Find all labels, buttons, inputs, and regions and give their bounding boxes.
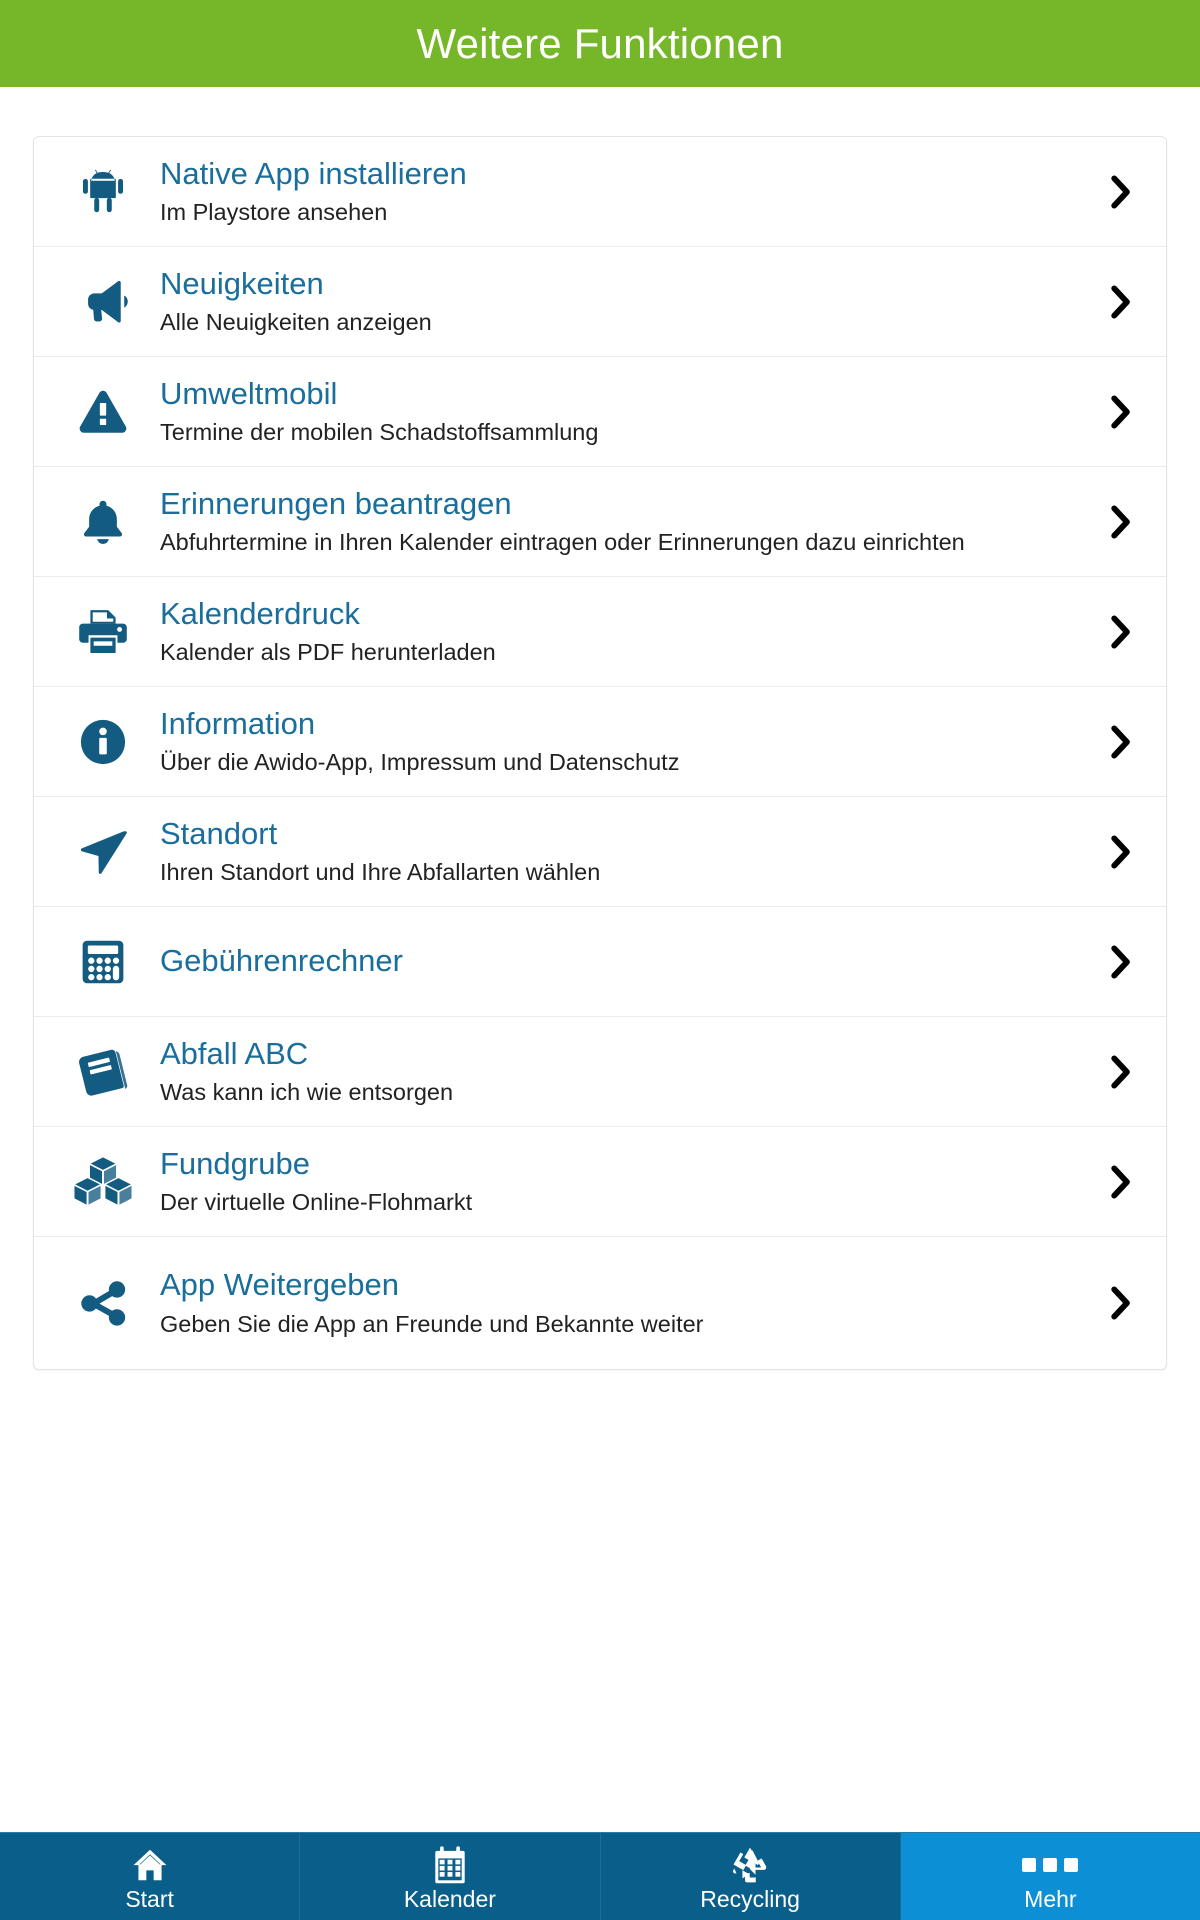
list-item-title: Umweltmobil bbox=[160, 375, 338, 411]
list-item-title: Information bbox=[160, 705, 316, 741]
list-item-text: Kalenderdruck Kalender als PDF herunterl… bbox=[146, 592, 1080, 671]
boxes-icon bbox=[60, 1153, 146, 1211]
list-item-title: Neuigkeiten bbox=[160, 265, 324, 301]
list-item-subtitle: Abfuhrtermine in Ihren Kalender eintrage… bbox=[160, 529, 965, 556]
chevron-right-icon[interactable] bbox=[1080, 1055, 1140, 1089]
list-item-text: Information Über die Awido-App, Impressu… bbox=[146, 702, 1080, 781]
bell-icon bbox=[60, 496, 146, 548]
list-item-subtitle: Der virtuelle Online-Flohmarkt bbox=[160, 1189, 473, 1216]
chevron-right-icon[interactable] bbox=[1080, 1286, 1140, 1320]
nav-item-kalender[interactable]: Kalender bbox=[300, 1833, 601, 1920]
ellipsis-icon bbox=[1022, 1844, 1079, 1886]
nav-item-recycling[interactable]: Recycling bbox=[601, 1833, 901, 1920]
nav-label: Recycling bbox=[700, 1886, 800, 1912]
list-item-subtitle: Kalender als PDF herunterladen bbox=[160, 639, 496, 666]
chevron-right-icon[interactable] bbox=[1080, 835, 1140, 869]
list-item-neuigkeiten[interactable]: Neuigkeiten Alle Neuigkeiten anzeigen bbox=[34, 247, 1166, 357]
chevron-right-icon[interactable] bbox=[1080, 725, 1140, 759]
list-item-umweltmobil[interactable]: Umweltmobil Termine der mobilen Schadsto… bbox=[34, 357, 1166, 467]
android-robot-icon bbox=[60, 165, 146, 219]
nav-label: Start bbox=[125, 1886, 174, 1912]
list-item-text: Erinnerungen beantragen Abfuhrtermine in… bbox=[146, 482, 1080, 561]
chevron-right-icon[interactable] bbox=[1080, 175, 1140, 209]
list-item-subtitle: Im Playstore ansehen bbox=[160, 199, 388, 226]
list-item-abfall-abc[interactable]: Abfall ABC Was kann ich wie entsorgen bbox=[34, 1017, 1166, 1127]
info-circle-icon bbox=[60, 716, 146, 768]
calendar-icon bbox=[432, 1844, 468, 1886]
calculator-icon bbox=[60, 936, 146, 988]
list-item-title: Erinnerungen beantragen bbox=[160, 485, 512, 521]
printer-icon bbox=[60, 604, 146, 660]
list-item-erinnerungen[interactable]: Erinnerungen beantragen Abfuhrtermine in… bbox=[34, 467, 1166, 577]
list-item-title: Fundgrube bbox=[160, 1145, 310, 1181]
list-item-text: App Weitergeben Geben Sie die App an Fre… bbox=[146, 1263, 1080, 1342]
list-item-title: Abfall ABC bbox=[160, 1035, 309, 1071]
list-item-title: Gebührenrechner bbox=[160, 943, 403, 979]
list-item-subtitle: Über die Awido-App, Impressum und Datens… bbox=[160, 749, 680, 776]
nav-item-start[interactable]: Start bbox=[0, 1833, 301, 1920]
list-item-text: Standort Ihren Standort und Ihre Abfalla… bbox=[146, 812, 1080, 891]
app-header: Weitere Funktionen bbox=[0, 0, 1200, 87]
list-item-subtitle: Ihren Standort und Ihre Abfallarten wähl… bbox=[160, 859, 601, 886]
list-item-text: Neuigkeiten Alle Neuigkeiten anzeigen bbox=[146, 262, 1080, 341]
warning-triangle-icon bbox=[60, 385, 146, 439]
chevron-right-icon[interactable] bbox=[1080, 1165, 1140, 1199]
list-item-text: Gebührenrechner bbox=[146, 942, 1080, 980]
list-item-text: Fundgrube Der virtuelle Online-Flohmarkt bbox=[146, 1142, 1080, 1221]
list-item-title: Kalenderdruck bbox=[160, 595, 360, 631]
list-item-text: Umweltmobil Termine der mobilen Schadsto… bbox=[146, 372, 1080, 451]
book-icon bbox=[60, 1044, 146, 1100]
list-item-subtitle: Alle Neuigkeiten anzeigen bbox=[160, 309, 432, 336]
functions-card: Native App installieren Im Playstore ans… bbox=[33, 136, 1167, 1370]
recycle-icon bbox=[730, 1844, 770, 1886]
megaphone-icon bbox=[60, 274, 146, 330]
list-item-kalenderdruck[interactable]: Kalenderdruck Kalender als PDF herunterl… bbox=[34, 577, 1166, 687]
chevron-right-icon[interactable] bbox=[1080, 395, 1140, 429]
list-item-subtitle: Was kann ich wie entsorgen bbox=[160, 1079, 454, 1106]
list-item-app-weitergeben[interactable]: App Weitergeben Geben Sie die App an Fre… bbox=[34, 1237, 1166, 1369]
content-area: Native App installieren Im Playstore ans… bbox=[0, 87, 1200, 1370]
page-title: Weitere Funktionen bbox=[416, 19, 784, 67]
list-item-gebuehrenrechner[interactable]: Gebührenrechner bbox=[34, 907, 1166, 1017]
list-item-title: Native App installieren bbox=[160, 155, 467, 191]
location-arrow-icon bbox=[60, 825, 146, 879]
chevron-right-icon[interactable] bbox=[1080, 285, 1140, 319]
bottom-navigation-bar: Start Kalender Recycling Mehr bbox=[0, 1832, 1200, 1920]
chevron-right-icon[interactable] bbox=[1080, 945, 1140, 979]
list-item-subtitle: Geben Sie die App an Freunde und Bekannt… bbox=[160, 1310, 704, 1337]
nav-label: Kalender bbox=[403, 1886, 496, 1912]
home-icon bbox=[130, 1844, 170, 1886]
nav-item-mehr[interactable]: Mehr bbox=[900, 1833, 1200, 1920]
chevron-right-icon[interactable] bbox=[1080, 505, 1140, 539]
list-item-title: App Weitergeben bbox=[160, 1267, 399, 1303]
list-item-subtitle: Termine der mobilen Schadstoffsammlung bbox=[160, 419, 599, 446]
list-item-native-app[interactable]: Native App installieren Im Playstore ans… bbox=[34, 137, 1166, 247]
list-item-text: Native App installieren Im Playstore ans… bbox=[146, 152, 1080, 231]
share-nodes-icon bbox=[60, 1275, 146, 1331]
chevron-right-icon[interactable] bbox=[1080, 615, 1140, 649]
list-item-fundgrube[interactable]: Fundgrube Der virtuelle Online-Flohmarkt bbox=[34, 1127, 1166, 1237]
nav-label: Mehr bbox=[1024, 1886, 1077, 1912]
list-item-text: Abfall ABC Was kann ich wie entsorgen bbox=[146, 1032, 1080, 1111]
list-item-information[interactable]: Information Über die Awido-App, Impressu… bbox=[34, 687, 1166, 797]
list-item-title: Standort bbox=[160, 815, 278, 851]
list-item-standort[interactable]: Standort Ihren Standort und Ihre Abfalla… bbox=[34, 797, 1166, 907]
